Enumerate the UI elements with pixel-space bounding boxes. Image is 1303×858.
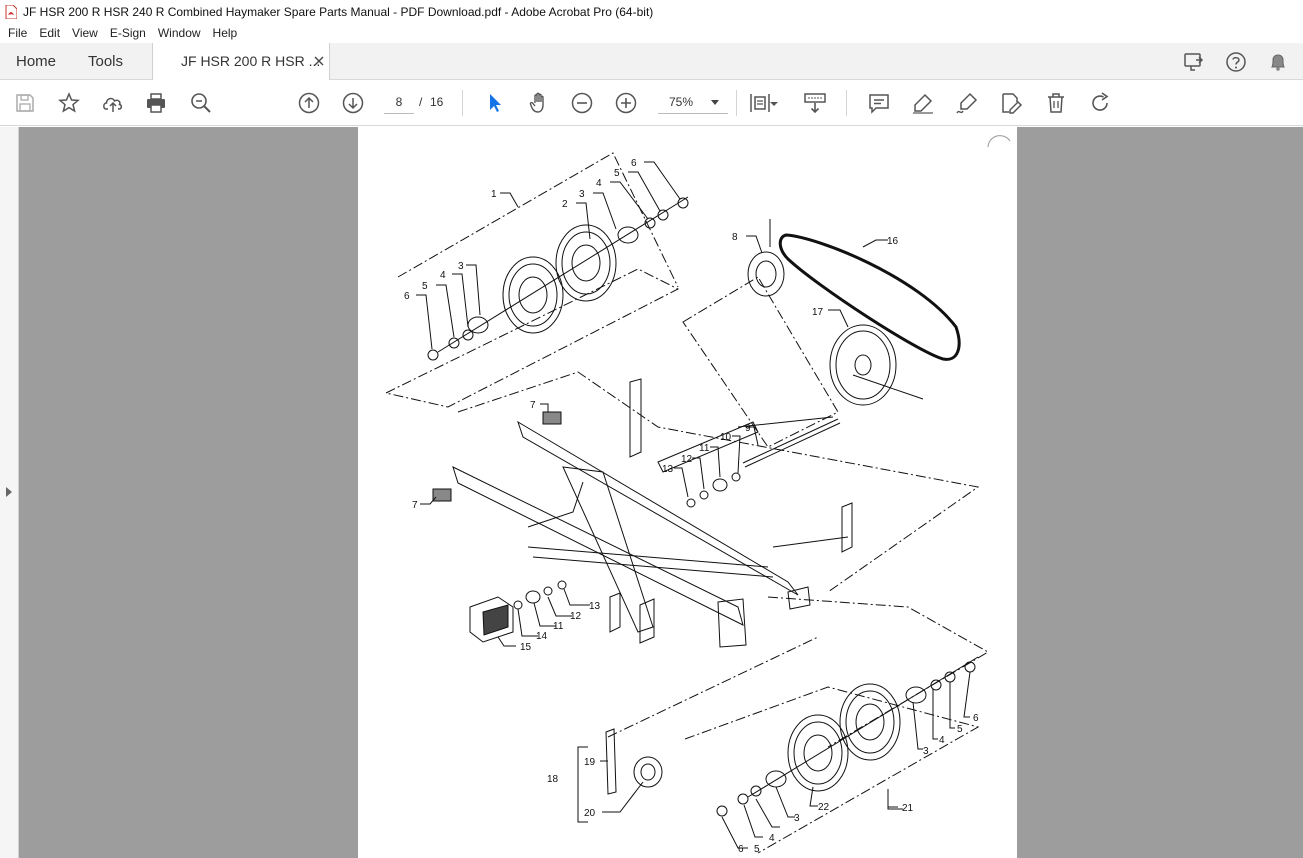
tab-document[interactable]: JF HSR 200 R HSR ...: [152, 43, 330, 80]
part-callout-label: 13: [662, 464, 674, 475]
parts-diagram: 12345634568 16177910111213713121114151918…: [384, 135, 1011, 855]
close-icon[interactable]: [313, 55, 325, 67]
zoom-level-value: 75%: [669, 95, 694, 109]
part-callout-label: 16: [887, 236, 899, 247]
part-callout-label: 12: [681, 454, 693, 465]
part-callout-label: 5: [422, 281, 428, 292]
menu-esign[interactable]: E-Sign: [104, 26, 152, 40]
tab-tools[interactable]: Tools: [88, 43, 123, 80]
page-down-icon[interactable]: [341, 91, 365, 115]
bell-icon[interactable]: [1267, 51, 1289, 73]
part-callout-label: 18: [547, 774, 559, 785]
part-callout-label: 14: [536, 631, 548, 642]
part-callout-label: 7: [412, 500, 418, 511]
comment-icon[interactable]: [867, 91, 891, 115]
zoom-search-icon[interactable]: [189, 91, 213, 115]
part-callout-label: 17: [812, 307, 824, 318]
document-tab-label: JF HSR 200 R HSR ...: [181, 53, 321, 69]
hand-icon[interactable]: [527, 91, 551, 115]
save-icon[interactable]: [13, 91, 37, 115]
part-callout-label: 6: [404, 291, 410, 302]
part-callout-label: 1: [491, 189, 497, 200]
part-callout-label: 7: [530, 400, 536, 411]
part-callout-label: 11: [553, 621, 564, 632]
part-callout-label: 2: [562, 199, 568, 210]
pdf-app-icon: [5, 4, 17, 19]
edit-icon[interactable]: [999, 91, 1023, 115]
title-bar: JF HSR 200 R HSR 240 R Combined Haymaker…: [0, 0, 1303, 23]
highlight-icon[interactable]: [911, 91, 935, 115]
page-up-icon[interactable]: [297, 91, 321, 115]
toolbar-divider: [462, 90, 463, 116]
part-callout-label: 13: [589, 601, 601, 612]
upload-icon[interactable]: [101, 91, 125, 115]
page-number-input[interactable]: 8: [384, 90, 414, 114]
delete-icon[interactable]: [1044, 91, 1068, 115]
part-callout-label: 3: [923, 746, 929, 757]
part-callout-label: 4: [769, 833, 775, 844]
page-total: 16: [430, 95, 444, 109]
print-icon[interactable]: [144, 91, 168, 115]
window-title: JF HSR 200 R HSR 240 R Combined Haymaker…: [23, 4, 654, 19]
sign-icon[interactable]: [955, 91, 979, 115]
select-cursor-icon[interactable]: [483, 91, 507, 115]
menu-bar: File Edit View E-Sign Window Help: [0, 23, 1303, 43]
part-callout-label: 6: [973, 713, 979, 724]
part-callout-label: 6: [631, 158, 637, 169]
expand-panel-icon[interactable]: [5, 487, 13, 497]
scroll-mode-icon[interactable]: [803, 91, 827, 115]
part-callout-label: 9: [745, 423, 751, 434]
part-callout-label: 12: [570, 611, 582, 622]
share-screen-icon[interactable]: [1183, 51, 1205, 73]
toolbar: 8 / 16 75%: [0, 80, 1303, 126]
bookmark-star-icon[interactable]: [57, 91, 81, 115]
toolbar-divider: [736, 90, 737, 116]
part-callout-label: 22: [818, 802, 830, 813]
part-callout-label: 5: [957, 724, 963, 735]
part-callout-label: 20: [584, 808, 596, 819]
menu-file[interactable]: File: [2, 26, 33, 40]
page-separator: /: [419, 95, 423, 109]
part-callout-label: 5: [614, 168, 620, 179]
rotate-icon[interactable]: [1088, 91, 1112, 115]
menu-help[interactable]: Help: [207, 26, 244, 40]
part-callout-label: 8: [732, 232, 738, 243]
left-panel-rail: [0, 127, 19, 858]
tab-bar: Home Tools JF HSR 200 R HSR ...: [0, 43, 1303, 80]
part-callout-label: 3: [579, 189, 585, 200]
pdf-page[interactable]: 1 2 3 4 5 6 3 4 5 6 8 16 17 7 9 10 11 12 13 7 13 12 11 14 15 19 18…: [358, 127, 1017, 858]
chevron-down-icon[interactable]: [711, 100, 719, 105]
part-callout-label: 6: [738, 844, 744, 855]
tab-home[interactable]: Home: [16, 43, 56, 80]
part-callout-label: 4: [440, 270, 446, 281]
part-callout-label: 5: [754, 844, 760, 855]
help-icon[interactable]: [1225, 51, 1247, 73]
menu-view[interactable]: View: [66, 26, 104, 40]
part-callout-label: 3: [458, 261, 464, 272]
zoom-out-icon[interactable]: [570, 91, 594, 115]
part-callout-label: 4: [596, 178, 602, 189]
menu-window[interactable]: Window: [152, 26, 207, 40]
part-callout-label: 15: [520, 642, 532, 653]
menu-edit[interactable]: Edit: [33, 26, 66, 40]
part-callout-label: 21: [902, 803, 914, 814]
part-callout-label: 19: [584, 757, 596, 768]
part-callout-label: 11: [699, 443, 710, 454]
toolbar-divider: [846, 90, 847, 116]
zoom-in-icon[interactable]: [614, 91, 638, 115]
part-callout-label: 4: [939, 735, 945, 746]
part-callout-label: 10: [720, 432, 732, 443]
chevron-down-icon[interactable]: [768, 91, 780, 115]
part-callout-label: 3: [794, 813, 800, 824]
